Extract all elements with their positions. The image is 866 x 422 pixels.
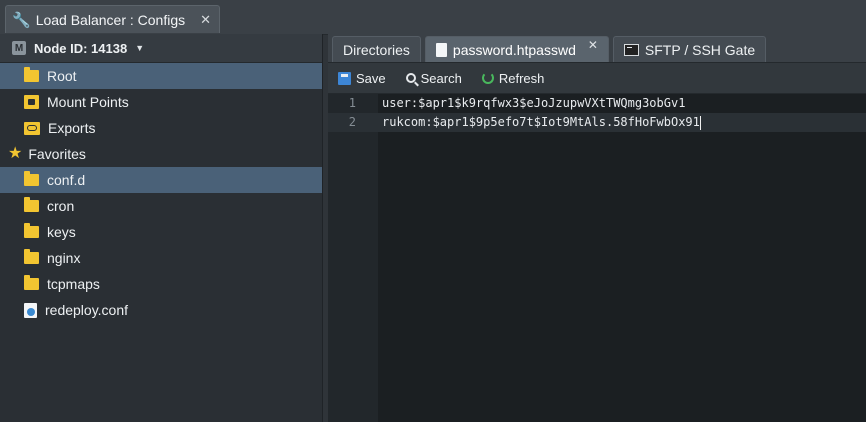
wrench-icon: 🔧 bbox=[12, 11, 31, 29]
folder-icon bbox=[24, 197, 39, 212]
tree-item-label: Root bbox=[47, 68, 77, 84]
tree-item-exports[interactable]: Exports bbox=[0, 115, 322, 141]
tab-label: password.htpasswd bbox=[452, 41, 576, 58]
folder-icon bbox=[24, 223, 39, 238]
line-number-gutter: 1 2 bbox=[328, 94, 378, 422]
node-id-label: Node ID: 14138 bbox=[34, 40, 128, 56]
code-line-active[interactable]: rukcom:$apr1$9p5efo7t$Iot9MtAls.58fHoFwb… bbox=[378, 113, 866, 132]
tree-item-label: keys bbox=[47, 224, 76, 240]
editor-tab-strip: Directories password.htpasswd ✕ SFTP / S… bbox=[328, 34, 866, 63]
exports-icon bbox=[24, 121, 40, 135]
editor-toolbar: Save Search Refresh bbox=[328, 63, 866, 94]
window-tab[interactable]: 🔧 Load Balancer : Configs ✕ bbox=[5, 5, 221, 33]
code-line-text: user:$apr1$k9rqfwx3$eJoJzupwVXtTWQmg3obG… bbox=[382, 96, 686, 110]
favorite-item-keys[interactable]: keys bbox=[0, 219, 322, 245]
search-icon bbox=[405, 73, 416, 83]
tree-item-label: cron bbox=[47, 198, 75, 214]
code-line-text: rukcom:$apr1$9p5efo7t$Iot9MtAls.58fHoFwb… bbox=[382, 115, 700, 129]
code-line[interactable]: user:$apr1$k9rqfwx3$eJoJzupwVXtTWQmg3obG… bbox=[378, 94, 866, 113]
chevron-down-icon[interactable]: ▼ bbox=[135, 43, 144, 53]
favorite-item-conf-d[interactable]: conf.d bbox=[0, 167, 322, 193]
favorite-item-cron[interactable]: cron bbox=[0, 193, 322, 219]
save-button[interactable]: Save bbox=[338, 71, 386, 86]
refresh-label: Refresh bbox=[498, 70, 545, 86]
refresh-icon bbox=[481, 72, 494, 84]
favorites-label: Favorites bbox=[28, 146, 86, 162]
refresh-button[interactable]: Refresh bbox=[481, 70, 545, 86]
editor-panel: Directories password.htpasswd ✕ SFTP / S… bbox=[328, 34, 866, 422]
folder-icon bbox=[24, 275, 39, 290]
tree-item-label: conf.d bbox=[47, 172, 86, 188]
save-label: Save bbox=[356, 70, 386, 86]
line-number: 2 bbox=[328, 113, 378, 132]
text-cursor bbox=[699, 115, 701, 130]
save-icon bbox=[338, 71, 351, 85]
folder-icon bbox=[24, 249, 39, 264]
folder-icon bbox=[24, 67, 39, 82]
node-selector[interactable]: M Node ID: 14138 ▼ bbox=[0, 34, 322, 63]
search-button[interactable]: Search bbox=[405, 70, 462, 86]
tree-item-root[interactable]: Root bbox=[0, 63, 322, 89]
tab-directories[interactable]: Directories bbox=[332, 36, 421, 62]
tree-item-label: Mount Points bbox=[47, 94, 129, 110]
close-icon[interactable]: ✕ bbox=[200, 12, 211, 28]
window-tab-bar: 🔧 Load Balancer : Configs ✕ bbox=[0, 0, 866, 35]
favorite-item-tcpmaps[interactable]: tcpmaps bbox=[0, 271, 322, 297]
tab-password-htpasswd[interactable]: password.htpasswd ✕ bbox=[424, 36, 609, 62]
conf-file-icon bbox=[24, 302, 37, 318]
search-label: Search bbox=[420, 70, 462, 86]
mount-points-icon bbox=[24, 95, 39, 109]
tree-item-mount-points[interactable]: Mount Points bbox=[0, 89, 322, 115]
tree-item-label: redeploy.conf bbox=[45, 302, 129, 318]
code-text-area[interactable]: user:$apr1$k9rqfwx3$eJoJzupwVXtTWQmg3obG… bbox=[378, 94, 866, 422]
code-editor[interactable]: 1 2 user:$apr1$k9rqfwx3$eJoJzupwVXtTWQmg… bbox=[328, 94, 866, 422]
star-icon: ★ bbox=[8, 145, 23, 162]
window-title: Load Balancer : Configs bbox=[35, 11, 186, 28]
terminal-icon bbox=[623, 43, 639, 56]
tree-item-label: tcpmaps bbox=[47, 276, 100, 292]
tab-label: Directories bbox=[343, 41, 410, 58]
favorite-item-nginx[interactable]: nginx bbox=[0, 245, 322, 271]
line-number: 1 bbox=[348, 96, 356, 110]
tree-item-label: Exports bbox=[48, 120, 96, 136]
node-type-icon: M bbox=[12, 41, 26, 55]
favorite-item-redeploy-conf[interactable]: redeploy.conf bbox=[0, 297, 322, 323]
file-tree-panel: M Node ID: 14138 ▼ Root Mount Points Exp… bbox=[0, 34, 323, 422]
document-icon bbox=[435, 42, 447, 57]
tab-label: SFTP / SSH Gate bbox=[644, 41, 756, 58]
folder-icon bbox=[24, 171, 39, 186]
tab-sftp-ssh-gate[interactable]: SFTP / SSH Gate bbox=[612, 36, 767, 62]
favorites-header[interactable]: ★ Favorites bbox=[0, 141, 322, 167]
close-icon[interactable]: ✕ bbox=[588, 38, 598, 52]
tree-item-label: nginx bbox=[47, 250, 81, 266]
